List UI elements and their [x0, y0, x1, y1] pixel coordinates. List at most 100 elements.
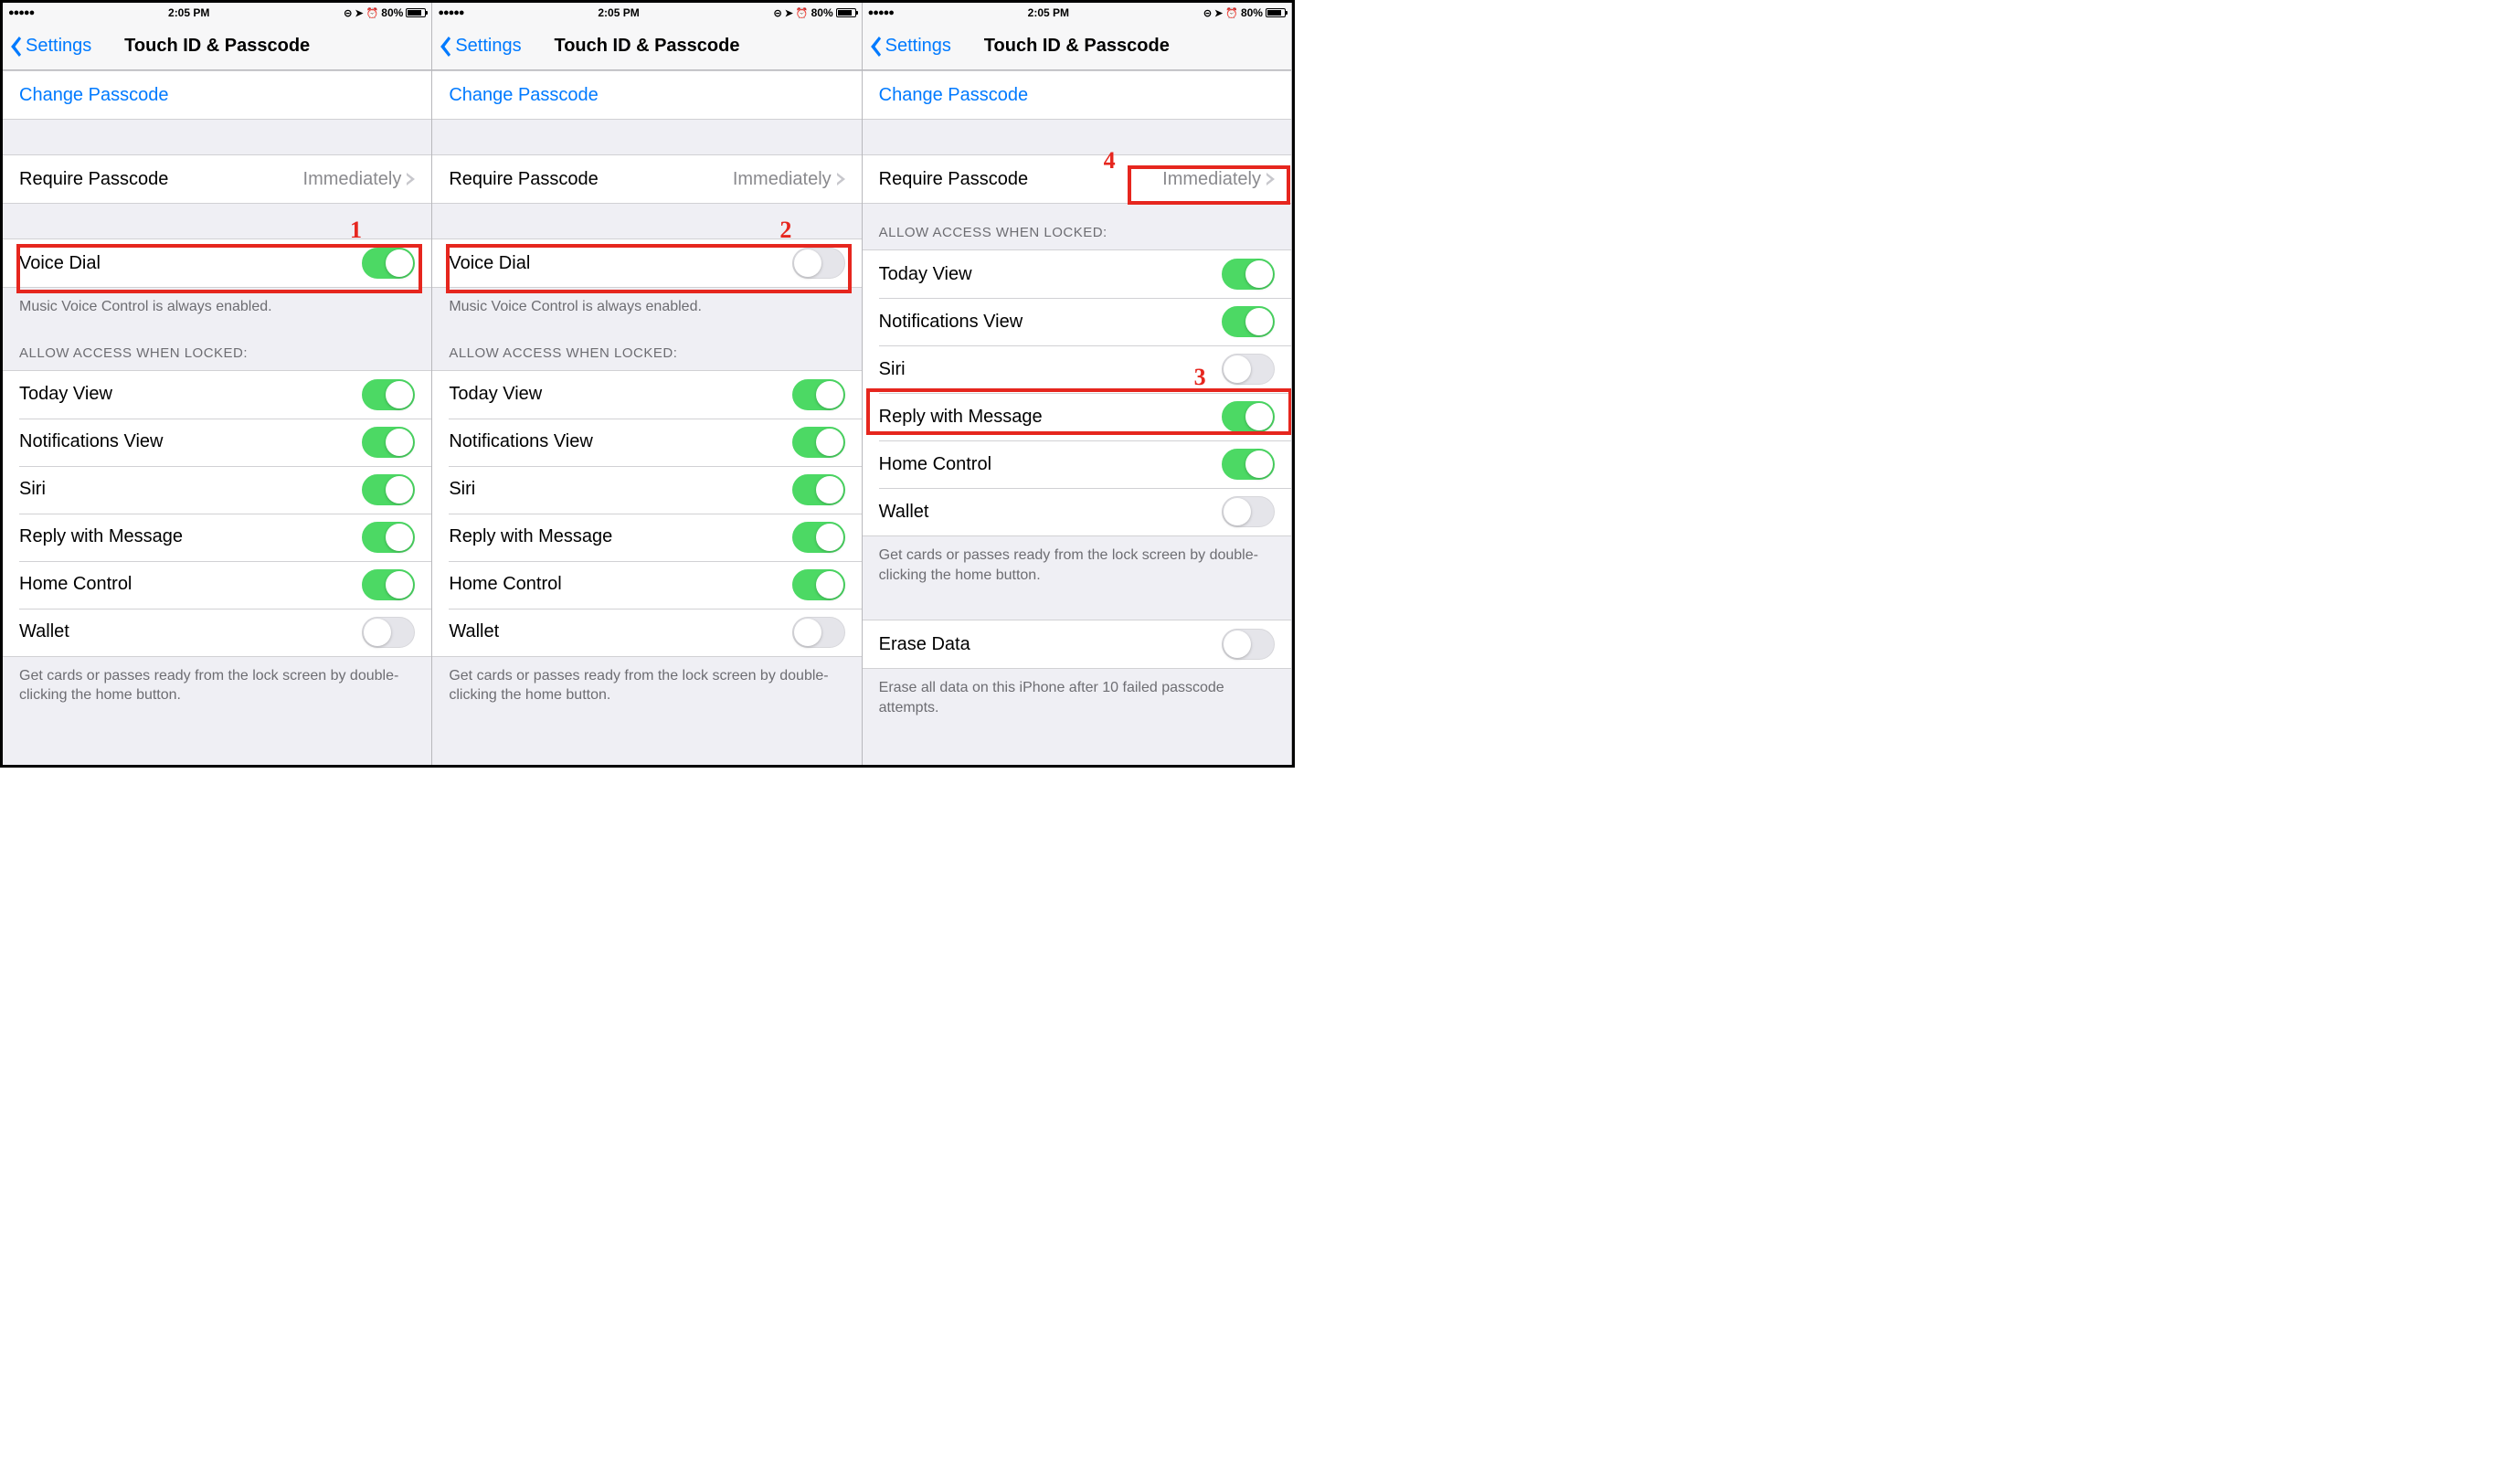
- nav-bar: Settings Touch ID & Passcode: [3, 23, 431, 70]
- notifications-view-toggle[interactable]: [792, 427, 845, 458]
- alarm-icon: ⏰: [366, 7, 379, 19]
- wallet-footer: Get cards or passes ready from the lock …: [3, 657, 431, 713]
- voice-dial-toggle[interactable]: [792, 248, 845, 279]
- require-passcode-value: Immediately: [303, 169, 402, 190]
- status-bar: ●●●●● 2:05 PM ⊝ ➤ ⏰ 80%: [432, 3, 861, 23]
- change-passcode-button[interactable]: Change Passcode: [3, 71, 431, 119]
- notifications-view-toggle[interactable]: [362, 427, 415, 458]
- voice-dial-row: Voice Dial: [432, 239, 861, 287]
- reply-with-message-row: Reply with Message: [3, 514, 431, 561]
- wallet-toggle[interactable]: [792, 617, 845, 648]
- wallet-footer: Get cards or passes ready from the lock …: [432, 657, 861, 713]
- allow-access-header: ALLOW ACCESS WHEN LOCKED:: [863, 204, 1291, 249]
- chevron-left-icon: [868, 37, 882, 57]
- notifications-view-toggle[interactable]: [1222, 306, 1275, 337]
- home-control-toggle[interactable]: [362, 569, 415, 600]
- allow-access-header: ALLOW ACCESS WHEN LOCKED:: [3, 324, 431, 370]
- require-passcode-label: Require Passcode: [19, 169, 168, 190]
- location-icon: ➤: [355, 7, 363, 19]
- chevron-right-icon: [837, 173, 845, 186]
- today-view-row: Today View: [3, 371, 431, 419]
- siri-toggle[interactable]: [362, 474, 415, 505]
- back-button[interactable]: Settings: [432, 36, 521, 57]
- voice-dial-footer: Music Voice Control is always enabled.: [432, 288, 861, 324]
- notifications-view-row: Notifications View: [432, 419, 861, 466]
- back-label: Settings: [885, 36, 951, 57]
- wallet-row: Wallet: [3, 609, 431, 656]
- erase-data-row: Erase Data: [863, 620, 1291, 668]
- today-view-toggle[interactable]: [362, 379, 415, 410]
- location-icon: ➤: [785, 7, 793, 19]
- nav-bar: Settings Touch ID & Passcode: [432, 23, 861, 70]
- siri-toggle[interactable]: [792, 474, 845, 505]
- voice-dial-row: Voice Dial: [3, 239, 431, 287]
- chevron-left-icon: [8, 37, 22, 57]
- home-control-row: Home Control: [863, 440, 1291, 488]
- wallet-toggle[interactable]: [362, 617, 415, 648]
- signal-dots-icon: ●●●●●: [8, 7, 34, 18]
- phone-screen-2: ●●●●● 2:05 PM ⊝ ➤ ⏰ 80% Settings Touch I…: [432, 3, 862, 765]
- status-time: 2:05 PM: [598, 6, 639, 19]
- status-bar: ●●●●● 2:05 PM ⊝ ➤ ⏰ 80%: [863, 3, 1291, 23]
- require-passcode-row[interactable]: Require Passcode Immediately: [863, 155, 1291, 203]
- orientation-lock-icon: ⊝: [1203, 7, 1212, 19]
- phone-screen-1: ●●●●● 2:05 PM ⊝ ➤ ⏰ 80% Settings Touch I…: [3, 3, 432, 765]
- phone-screen-3: ●●●●● 2:05 PM ⊝ ➤ ⏰ 80% Settings Touch I…: [863, 3, 1292, 765]
- voice-dial-footer: Music Voice Control is always enabled.: [3, 288, 431, 324]
- nav-bar: Settings Touch ID & Passcode: [863, 23, 1291, 70]
- back-label: Settings: [455, 36, 521, 57]
- signal-dots-icon: ●●●●●: [438, 7, 463, 18]
- orientation-lock-icon: ⊝: [773, 7, 781, 19]
- battery-icon: [406, 8, 426, 17]
- back-button[interactable]: Settings: [863, 36, 951, 57]
- wallet-row: Wallet: [432, 609, 861, 656]
- status-time: 2:05 PM: [168, 6, 209, 19]
- erase-data-toggle[interactable]: [1222, 629, 1275, 660]
- alarm-icon: ⏰: [796, 7, 809, 19]
- battery-icon: [1266, 8, 1286, 17]
- home-control-row: Home Control: [3, 561, 431, 609]
- battery-percent: 80%: [381, 6, 403, 19]
- change-passcode-button[interactable]: Change Passcode: [863, 71, 1291, 119]
- back-label: Settings: [26, 36, 91, 57]
- home-control-toggle[interactable]: [792, 569, 845, 600]
- require-passcode-row[interactable]: Require Passcode Immediately: [3, 155, 431, 203]
- reply-with-message-toggle[interactable]: [362, 522, 415, 553]
- battery-percent: 80%: [1241, 6, 1263, 19]
- home-control-toggle[interactable]: [1222, 449, 1275, 480]
- require-passcode-row[interactable]: Require Passcode Immediately: [432, 155, 861, 203]
- wallet-toggle[interactable]: [1222, 496, 1275, 527]
- orientation-lock-icon: ⊝: [344, 7, 352, 19]
- page-title: Touch ID & Passcode: [124, 36, 310, 57]
- reply-with-message-toggle[interactable]: [1222, 401, 1275, 432]
- wallet-row: Wallet: [863, 488, 1291, 535]
- reply-with-message-row: Reply with Message: [863, 393, 1291, 440]
- status-time: 2:05 PM: [1028, 6, 1069, 19]
- today-view-toggle[interactable]: [792, 379, 845, 410]
- reply-with-message-toggle[interactable]: [792, 522, 845, 553]
- signal-dots-icon: ●●●●●: [868, 7, 894, 18]
- status-bar: ●●●●● 2:05 PM ⊝ ➤ ⏰ 80%: [3, 3, 431, 23]
- today-view-toggle[interactable]: [1222, 259, 1275, 290]
- wallet-footer: Get cards or passes ready from the lock …: [863, 536, 1291, 592]
- battery-icon: [836, 8, 856, 17]
- chevron-right-icon: [1266, 173, 1275, 186]
- erase-data-footer: Erase all data on this iPhone after 10 f…: [863, 669, 1291, 725]
- voice-dial-label: Voice Dial: [19, 253, 101, 274]
- page-title: Touch ID & Passcode: [554, 36, 739, 57]
- location-icon: ➤: [1214, 7, 1223, 19]
- siri-row: Siri: [3, 466, 431, 514]
- change-passcode-button[interactable]: Change Passcode: [432, 71, 861, 119]
- reply-with-message-row: Reply with Message: [432, 514, 861, 561]
- page-title: Touch ID & Passcode: [984, 36, 1170, 57]
- chevron-left-icon: [438, 37, 451, 57]
- today-view-row: Today View: [863, 250, 1291, 298]
- voice-dial-toggle[interactable]: [362, 248, 415, 279]
- home-control-row: Home Control: [432, 561, 861, 609]
- chevron-right-icon: [407, 173, 415, 186]
- notifications-view-row: Notifications View: [863, 298, 1291, 345]
- siri-row: Siri: [432, 466, 861, 514]
- siri-toggle[interactable]: [1222, 354, 1275, 385]
- battery-percent: 80%: [811, 6, 833, 19]
- back-button[interactable]: Settings: [3, 36, 91, 57]
